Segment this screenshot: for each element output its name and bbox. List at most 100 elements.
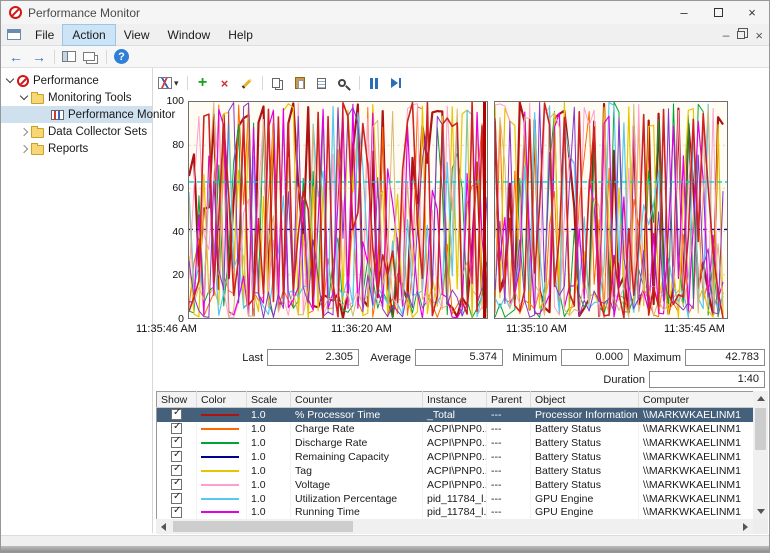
- change-graph-type-button[interactable]: ▾: [158, 74, 179, 92]
- tree-item-monitoring-tools[interactable]: Monitoring Tools: [1, 89, 152, 106]
- chevron-down-icon[interactable]: [20, 92, 28, 100]
- show-checkbox[interactable]: ✓: [171, 451, 182, 462]
- stat-minimum-label: Minimum: [507, 350, 557, 366]
- x-axis-time-label: 11:35:46 AM: [136, 323, 197, 335]
- properties-icon: [317, 78, 326, 89]
- counter-color-swatch: [201, 428, 239, 430]
- show-hide-console-tree-icon[interactable]: [62, 51, 76, 62]
- header-object[interactable]: Object: [531, 392, 639, 408]
- header-scale[interactable]: Scale: [247, 392, 291, 408]
- table-row[interactable]: ✓ 1.0 Discharge Rate ACPI\PNP0... --- Ba…: [157, 436, 754, 450]
- y-axis-tick: 20: [156, 269, 184, 281]
- properties-button[interactable]: [315, 74, 329, 92]
- show-checkbox[interactable]: ✓: [171, 423, 182, 434]
- caption-buttons: – ×: [667, 1, 769, 24]
- header-computer[interactable]: Computer: [639, 392, 754, 408]
- close-button[interactable]: ×: [735, 1, 769, 24]
- header-color[interactable]: Color: [197, 392, 247, 408]
- show-checkbox[interactable]: ✓: [171, 507, 182, 518]
- vertical-scrollbar[interactable]: [753, 391, 768, 519]
- update-data-button[interactable]: [390, 74, 404, 92]
- maximize-button[interactable]: [701, 1, 735, 24]
- show-checkbox[interactable]: ✓: [171, 493, 182, 504]
- counter-color-swatch: [201, 484, 239, 486]
- show-checkbox[interactable]: ✓: [171, 409, 182, 420]
- zoom-button[interactable]: [337, 74, 351, 92]
- menu-help[interactable]: Help: [219, 25, 262, 45]
- scroll-up-button[interactable]: [753, 391, 768, 406]
- menu-window[interactable]: Window: [159, 25, 220, 45]
- header-parent[interactable]: Parent: [487, 392, 531, 408]
- chevron-right-icon[interactable]: [20, 127, 28, 135]
- header-show[interactable]: Show: [157, 392, 197, 408]
- header-instance[interactable]: Instance: [423, 392, 487, 408]
- scroll-right-button[interactable]: [738, 519, 753, 534]
- show-checkbox[interactable]: ✓: [171, 465, 182, 476]
- minimize-button[interactable]: –: [667, 1, 701, 24]
- highlight-button[interactable]: [240, 74, 254, 92]
- stat-last-value: 2.305: [267, 349, 359, 366]
- horizontal-scroll-thumb[interactable]: [173, 521, 353, 532]
- copy-properties-button[interactable]: [271, 74, 285, 92]
- mdi-restore-button[interactable]: [737, 31, 745, 39]
- header-counter[interactable]: Counter: [291, 392, 423, 408]
- tree-item-reports[interactable]: Reports: [1, 140, 152, 157]
- table-row[interactable]: ✓ 1.0 Voltage ACPI\PNP0... --- Battery S…: [157, 478, 754, 492]
- paste-counter-list-button[interactable]: [293, 74, 307, 92]
- show-checkbox[interactable]: ✓: [171, 437, 182, 448]
- menu-action[interactable]: Action: [63, 25, 114, 45]
- pencil-icon: [241, 78, 252, 89]
- chevron-down-icon: ▾: [174, 78, 179, 89]
- freeze-display-button[interactable]: [368, 74, 382, 92]
- counter-color-swatch: [201, 470, 239, 472]
- performance-monitor-icon: [51, 110, 64, 120]
- mdi-minimize-button[interactable]: –: [723, 28, 730, 42]
- chevron-right-icon[interactable]: [20, 144, 28, 152]
- menu-view[interactable]: View: [115, 25, 159, 45]
- table-row[interactable]: ✓ 1.0 Utilization Percentage pid_11784_l…: [157, 492, 754, 506]
- magnifier-icon: [338, 79, 346, 87]
- help-icon[interactable]: ?: [114, 49, 129, 64]
- scroll-down-button[interactable]: [753, 504, 768, 519]
- scroll-left-button[interactable]: [156, 519, 171, 534]
- menu-file[interactable]: File: [26, 25, 63, 45]
- add-counter-button[interactable]: +: [196, 74, 210, 92]
- tree-item-performance-monitor[interactable]: Performance Monitor: [1, 106, 152, 123]
- tree-item-performance[interactable]: Performance: [1, 72, 152, 89]
- window-title: Performance Monitor: [28, 6, 140, 20]
- stat-duration-label: Duration: [593, 372, 645, 388]
- table-row[interactable]: ✓ 1.0 Charge Rate ACPI\PNP0... --- Batte…: [157, 422, 754, 436]
- show-checkbox[interactable]: ✓: [171, 479, 182, 490]
- right-arrow-icon: [743, 523, 748, 531]
- stat-average-label: Average: [365, 350, 411, 366]
- perfmon-toolbar: ▾ + ×: [158, 71, 404, 95]
- graph-panel-left[interactable]: [188, 101, 488, 319]
- counter-color-swatch: [201, 498, 239, 500]
- table-row[interactable]: ✓ 1.0 Tag ACPI\PNP0... --- Battery Statu…: [157, 464, 754, 478]
- forward-button[interactable]: →: [31, 49, 47, 65]
- title-bar[interactable]: Performance Monitor – ×: [1, 1, 769, 24]
- toolbar-separator: [106, 50, 107, 64]
- back-button[interactable]: ←: [8, 49, 24, 65]
- console-window-icon[interactable]: [7, 29, 21, 40]
- delete-counter-button[interactable]: ×: [218, 74, 232, 92]
- new-window-icon[interactable]: [83, 52, 95, 61]
- perfmon-icon: [17, 75, 29, 87]
- table-row[interactable]: ✓ 1.0 % Processor Time _Total --- Proces…: [157, 408, 754, 422]
- step-icon: [391, 78, 398, 88]
- graph-panel-right[interactable]: [494, 101, 728, 319]
- stat-maximum-label: Maximum: [631, 350, 681, 366]
- chevron-down-icon[interactable]: [6, 75, 14, 83]
- table-row[interactable]: ✓ 1.0 Remaining Capacity ACPI\PNP0... --…: [157, 450, 754, 464]
- table-row[interactable]: ✓ 1.0 Running Time pid_11784_l... --- GP…: [157, 506, 754, 520]
- folder-icon: [31, 94, 44, 104]
- pause-icon: [370, 78, 373, 89]
- toolbar-separator: [54, 50, 55, 64]
- vertical-scroll-thumb[interactable]: [755, 408, 766, 450]
- horizontal-scrollbar[interactable]: [156, 519, 753, 534]
- tree-item-data-collector-sets[interactable]: Data Collector Sets: [1, 123, 152, 140]
- mdi-close-button[interactable]: ×: [755, 28, 763, 43]
- performance-monitor-window: Performance Monitor – × File Action View…: [0, 0, 770, 553]
- x-axis-time-label: 11:35:10 AM: [506, 323, 567, 335]
- table-header-row: Show Color Scale Counter Instance Parent…: [157, 392, 754, 408]
